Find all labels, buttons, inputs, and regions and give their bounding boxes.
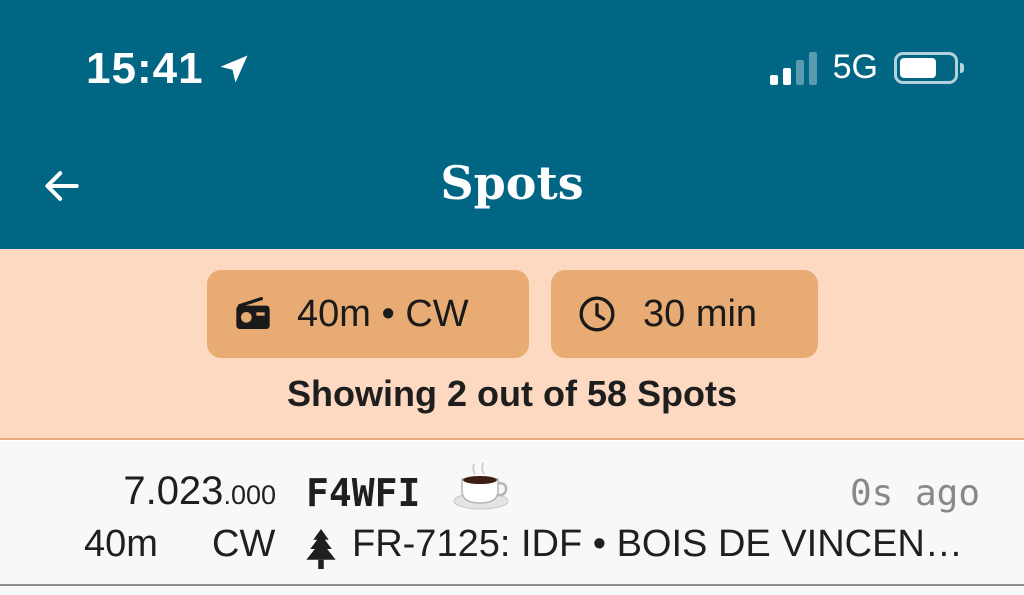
frequency-mhz: 7.023 [123,469,224,513]
status-time-text: 15:41 [86,44,204,93]
spot-age: 0s ago [849,473,980,514]
network-type: 5G [832,48,878,86]
location-arrow-icon [220,55,248,83]
band-mode-chip-label: 40m • CW [297,292,469,335]
cellular-signal-icon [769,51,817,85]
spot-callsign: F4WFI [306,471,421,515]
radio-icon [236,297,270,329]
spot-mode: CW [212,523,276,565]
status-bar-time: 15:41 [86,44,252,94]
status-bar-indicators: 5G [769,48,964,87]
coffee-cup-icon [453,462,509,510]
frequency-khz: .000 [223,480,276,510]
battery-icon [894,51,964,84]
spot-row[interactable]: 7.023.000 F4WFI 0s ago 40m CW FR-7125: I… [0,441,1024,586]
pine-tree-icon [306,529,336,569]
time-chip-label: 30 min [643,292,758,335]
filter-bar: 40m • CW 30 min Showing 2 out of 58 Spot… [0,249,1024,440]
spot-frequency: 7.023.000 [123,469,276,514]
app-header: 15:41 5G Spots [0,0,1024,249]
spots-summary: Showing 2 out of 58 Spots [287,373,737,414]
band-mode-filter-chip[interactable]: 40m • CW [207,270,529,358]
spot-band: 40m [84,523,158,565]
clock-icon [579,296,615,332]
page-title: Spots [440,156,584,210]
time-filter-chip[interactable]: 30 min [551,270,818,358]
spots-list: 7.023.000 F4WFI 0s ago 40m CW FR-7125: I… [0,441,1024,595]
spot-park: FR-7125: IDF • BOIS DE VINCEN… [352,523,963,565]
